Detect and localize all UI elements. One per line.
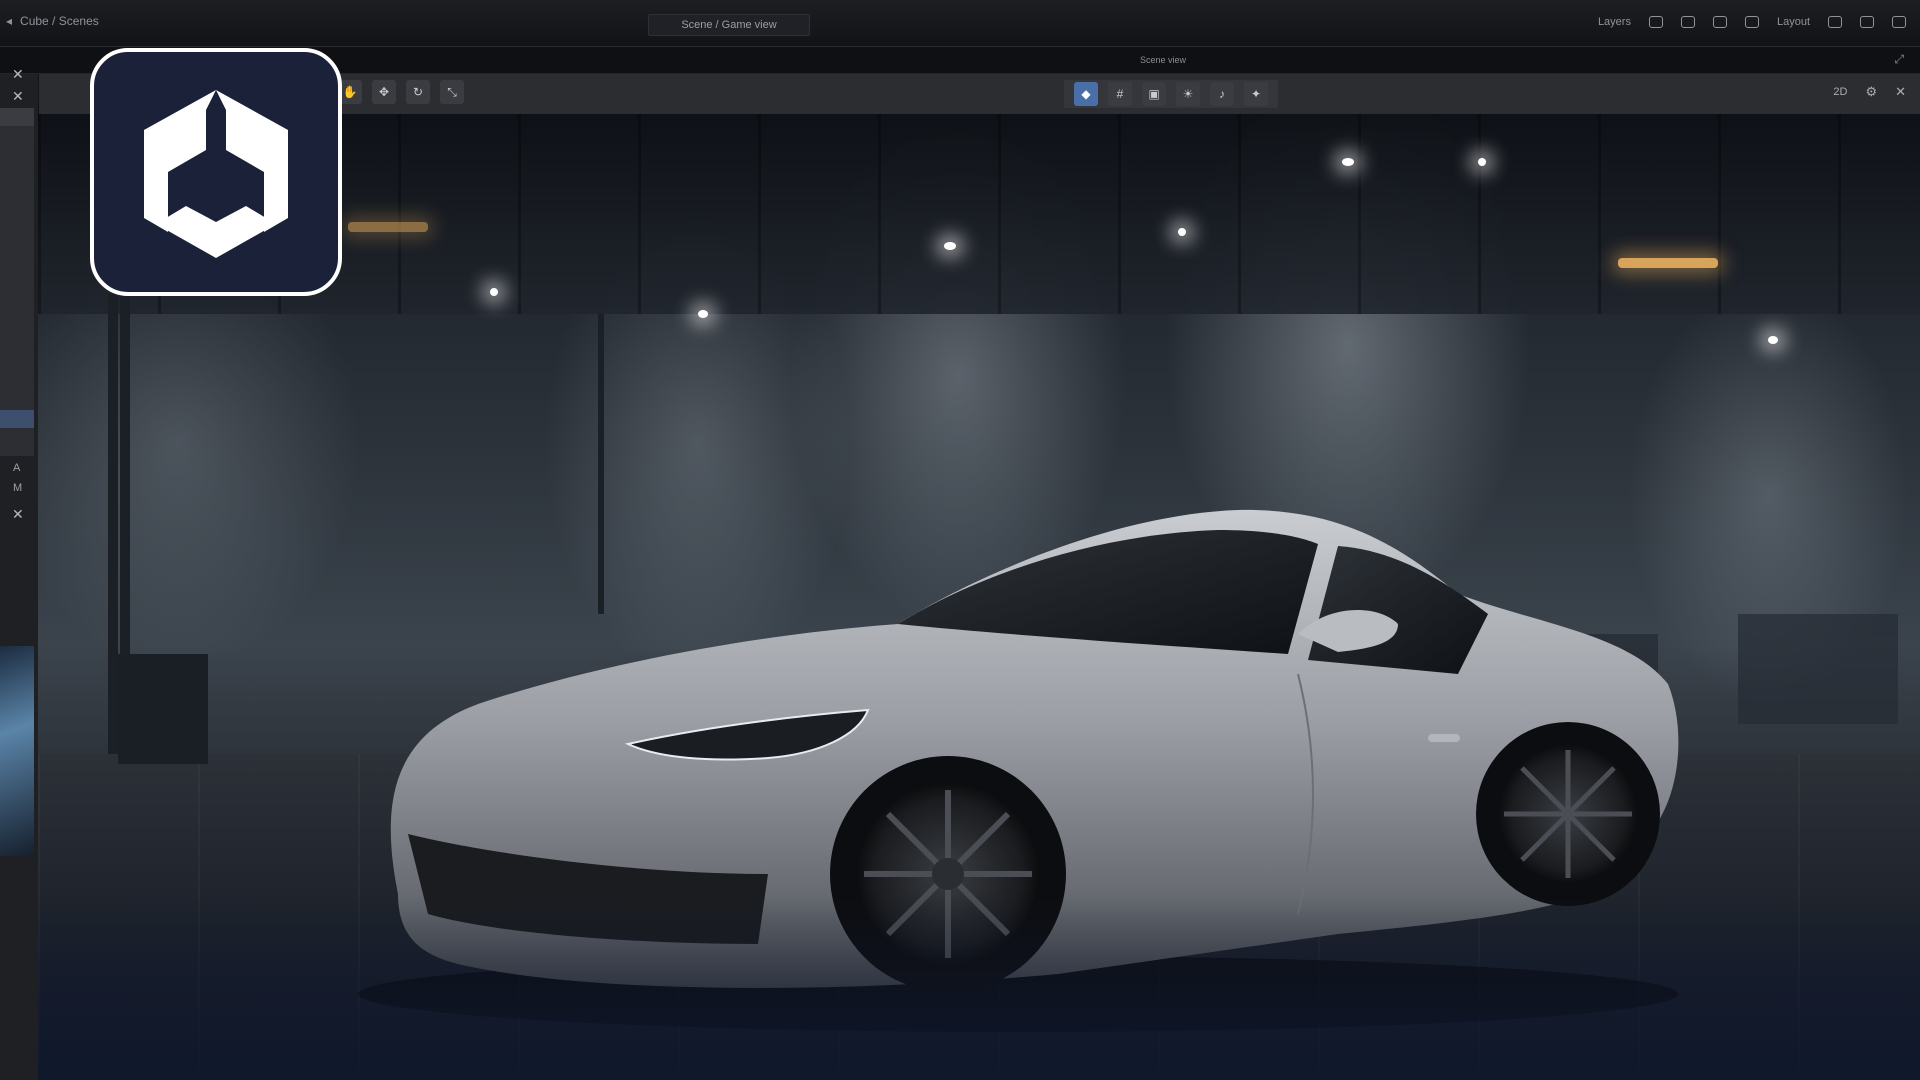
dock-label-a: A xyxy=(13,462,21,474)
top-left-group: ◂ Cube / Scenes xyxy=(6,14,99,28)
panel-icon[interactable] xyxy=(1860,16,1874,28)
equipment-box xyxy=(1738,614,1898,724)
selected-item[interactable] xyxy=(0,410,34,428)
bottom-gradient-overlay xyxy=(38,894,1920,1080)
top-right-group: Layers Layout xyxy=(1598,16,1906,28)
hierarchy-strip[interactable] xyxy=(0,126,34,456)
pillar xyxy=(108,294,118,754)
project-breadcrumb[interactable]: Cube / Scenes xyxy=(20,14,99,28)
cloud-icon[interactable] xyxy=(1648,16,1663,28)
account-icon[interactable] xyxy=(1680,16,1695,28)
spot-light xyxy=(1768,336,1778,344)
layers-label[interactable]: Layers xyxy=(1598,16,1631,28)
grid-tool-icon[interactable]: # xyxy=(1108,82,1132,106)
dock-label-b: M xyxy=(13,482,23,494)
close-panel-icon[interactable]: ✕ xyxy=(12,66,24,83)
dock-tab[interactable] xyxy=(0,108,34,126)
scene-title-field[interactable]: Scene / Game view xyxy=(648,14,810,36)
help-icon[interactable] xyxy=(1892,16,1906,28)
spot-light xyxy=(1178,228,1186,236)
tools-icon[interactable]: ⚙ xyxy=(1865,84,1877,100)
warm-light xyxy=(348,222,428,232)
spot-light xyxy=(1342,158,1354,166)
audio-tool-icon[interactable]: ♪ xyxy=(1210,82,1234,106)
settings-icon[interactable] xyxy=(1744,16,1759,28)
close-panel-icon-3[interactable]: ✕ xyxy=(12,506,24,523)
close-icon[interactable]: ✕ xyxy=(1895,84,1906,100)
2d-toggle[interactable]: 2D xyxy=(1833,86,1847,98)
collab-icon[interactable] xyxy=(1712,16,1727,28)
scale-tool-icon[interactable]: ⤡ xyxy=(440,80,464,104)
spot-light xyxy=(698,310,708,318)
warm-light xyxy=(1618,258,1718,268)
spot-light xyxy=(1478,158,1486,166)
menu-icon[interactable]: ◂ xyxy=(6,14,12,28)
close-panel-icon-2[interactable]: ✕ xyxy=(12,88,24,105)
transform-tools: ✋ ✥ ↻ ⤡ xyxy=(338,80,464,104)
equipment-box xyxy=(118,654,208,764)
fx-tool-icon[interactable]: ✦ xyxy=(1244,82,1268,106)
top-menu-bar: ◂ Cube / Scenes Scene / Game view Layers… xyxy=(0,0,1920,47)
unity-cube-logo-icon xyxy=(144,90,288,258)
scene-view-tools: ◆ # ▣ ☀ ♪ ✦ xyxy=(1064,80,1278,108)
light-tool-icon[interactable]: ☀ xyxy=(1176,82,1200,106)
spot-light xyxy=(944,242,956,250)
view-label: Scene view xyxy=(1140,55,1187,65)
window-icon[interactable] xyxy=(1828,16,1842,28)
move-tool-icon[interactable]: ✥ xyxy=(372,80,396,104)
layout-label[interactable]: Layout xyxy=(1777,16,1810,28)
gizmo-tool-icon[interactable]: ◆ xyxy=(1074,82,1098,106)
toolbar-right-group: 2D ⚙ ✕ xyxy=(1833,84,1906,100)
unity-logo-badge xyxy=(90,48,342,296)
asset-thumbnail[interactable] xyxy=(0,646,34,856)
spot-light xyxy=(490,288,498,296)
camera-tool-icon[interactable]: ▣ xyxy=(1142,82,1166,106)
rotate-tool-icon[interactable]: ↻ xyxy=(406,80,430,104)
maximize-icon[interactable]: ⤢ xyxy=(1894,52,1904,67)
left-dock: ✕ ✕ A M ✕ xyxy=(0,66,39,1080)
